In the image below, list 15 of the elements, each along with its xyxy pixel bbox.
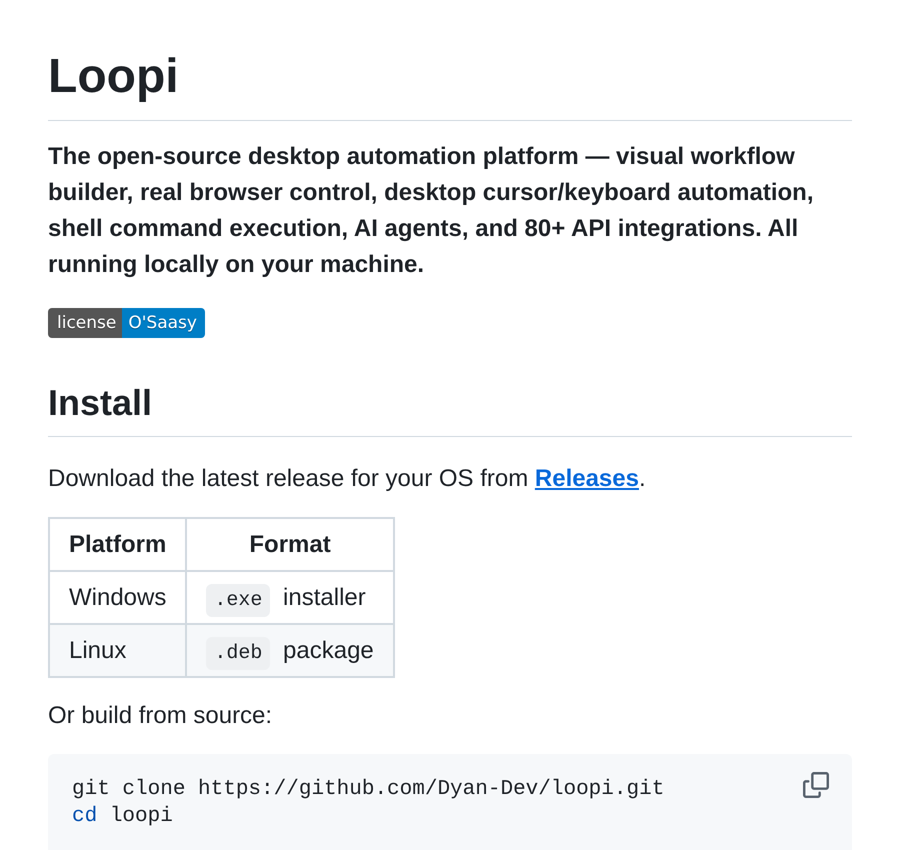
table-cell: .deb package xyxy=(186,624,394,677)
paragraph: Download the latest release for your OS from Releases. xyxy=(48,464,647,494)
table-cell: .exe installer xyxy=(186,571,394,624)
column-header: Format xyxy=(186,518,394,571)
copy-button[interactable] xyxy=(802,772,830,800)
paragraph: Or build from source: xyxy=(48,701,274,731)
releases-link[interactable]: Releases xyxy=(534,465,639,492)
page-title: Loopi xyxy=(48,49,179,105)
table-cell: Linux xyxy=(49,624,186,677)
column-header: Platform xyxy=(49,518,186,571)
code-line: cd loopi xyxy=(72,804,173,830)
description: The open-source desktop automation platform — visual workflow builder, real browser control, desktop cursor/keyboard automation, shell command execution, AI agents, and 80+ API integrations. All running locally on your machine. xyxy=(48,142,815,280)
copy-icon xyxy=(803,772,829,798)
code-line: git clone https://github.com/Dyan-Dev/loopi.git xyxy=(72,777,664,803)
section-heading: Install xyxy=(48,381,152,425)
